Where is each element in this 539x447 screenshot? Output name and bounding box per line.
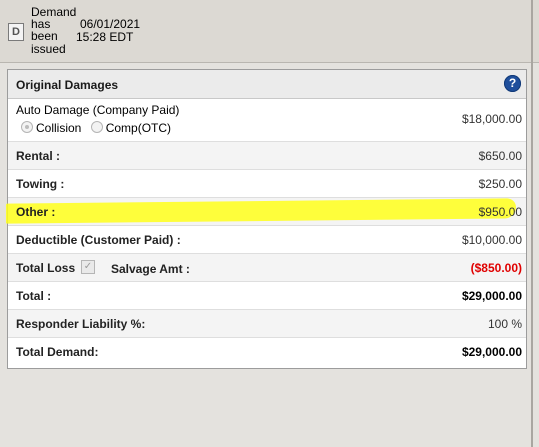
responder-liability-label: Responder Liability %:	[16, 317, 146, 331]
total-demand-value: $29,000.00	[461, 345, 522, 359]
auto-damage-value: $18,000.00	[461, 112, 522, 126]
rental-value: $650.00	[478, 149, 522, 163]
auto-damage-label: Auto Damage (Company Paid)	[16, 103, 180, 117]
highlighter-mark	[6, 198, 516, 224]
total-loss-label: Total Loss	[16, 261, 76, 275]
deductible-row: Deductible (Customer Paid) : $10,000.00	[8, 226, 526, 254]
total-value: $29,000.00	[461, 289, 522, 303]
towing-value: $250.00	[478, 177, 522, 191]
auto-damage-row: Auto Damage (Company Paid) Collision Com…	[8, 99, 526, 142]
responder-liability-value: 100 %	[487, 317, 522, 331]
rental-row: Rental : $650.00	[8, 142, 526, 170]
help-icon[interactable]: ?	[504, 75, 521, 92]
responder-liability-row: Responder Liability %: 100 %	[8, 310, 526, 338]
collision-radio[interactable]	[21, 121, 33, 133]
demand-status-icon: D	[8, 23, 24, 41]
collision-label: Collision	[36, 121, 82, 135]
status-time: 15:28 EDT	[76, 30, 134, 44]
status-bar: D Demand has been issued 06/01/2021 15:2…	[0, 0, 539, 63]
deductible-value: $10,000.00	[461, 233, 522, 247]
salvage-amt-value: ($850.00)	[470, 261, 522, 275]
deductible-label: Deductible (Customer Paid) :	[16, 233, 181, 247]
other-row: Other : $950.00	[6, 198, 526, 226]
comp-otc-radio[interactable]	[90, 121, 103, 133]
salvage-amt-label: Salvage Amt :	[111, 262, 190, 276]
other-value: $950.00	[478, 205, 522, 219]
comp-otc-label: Comp(OTC)	[105, 121, 172, 135]
auto-damage-type-group: Collision Comp(OTC)	[21, 121, 177, 135]
total-label: Total :	[16, 289, 52, 303]
status-timestamp: 06/01/2021 15:28 EDT	[76, 18, 140, 44]
total-demand-row: Total Demand: $29,000.00	[8, 338, 526, 365]
total-loss-checkbox[interactable]: ✓	[81, 260, 95, 274]
towing-label: Towing :	[16, 177, 65, 191]
pane-divider[interactable]	[531, 0, 533, 447]
panel-title: Original Damages	[16, 78, 119, 92]
total-demand-label: Total Demand:	[16, 345, 99, 359]
total-row: Total : $29,000.00	[8, 282, 526, 310]
towing-row: Towing : $250.00	[8, 170, 526, 198]
total-loss-row: Total Loss ✓ Salvage Amt : ($850.00)	[8, 254, 526, 282]
other-label: Other :	[16, 205, 56, 219]
status-text: Demand has been issued	[31, 5, 77, 56]
panel-header: Original Damages ?	[8, 70, 526, 99]
original-damages-panel: Original Damages ? Auto Damage (Company …	[6, 69, 527, 369]
rental-label: Rental :	[16, 149, 61, 163]
